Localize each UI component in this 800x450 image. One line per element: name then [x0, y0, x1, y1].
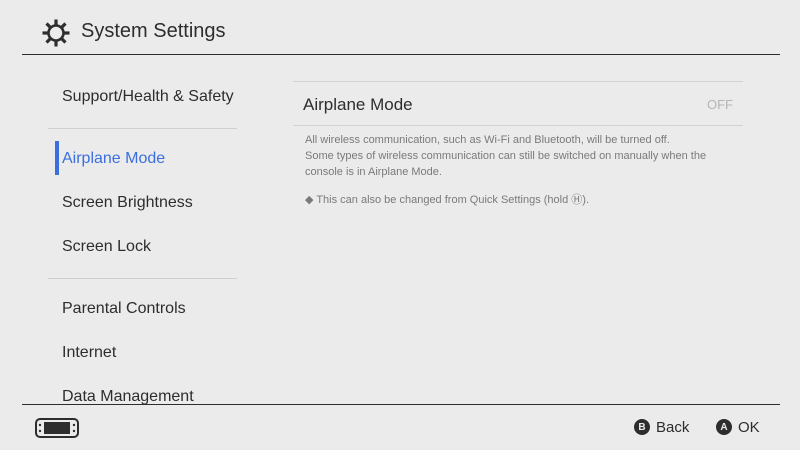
description-line: Some types of wireless communication can… — [305, 150, 707, 178]
sidebar-item-support-health-safety[interactable]: Support/Health & Safety — [62, 88, 234, 106]
b-button-icon: B — [634, 419, 650, 435]
sidebar: Support/Health & Safety Airplane Mode Sc… — [0, 55, 255, 405]
row-divider — [293, 125, 743, 126]
quick-settings-note: ◆ This can also be changed from Quick Se… — [305, 194, 590, 206]
sidebar-active-indicator — [55, 141, 59, 175]
description-line: All wireless communication, such as Wi-F… — [305, 134, 670, 146]
footer-bar: B Back A OK — [0, 405, 800, 450]
airplane-mode-toggle-row[interactable]: Airplane Mode OFF — [293, 82, 743, 126]
ok-label: OK — [738, 418, 760, 436]
sidebar-item-screen-brightness[interactable]: Screen Brightness — [62, 194, 193, 212]
setting-description: All wireless communication, such as Wi-F… — [305, 132, 745, 180]
main-panel: Airplane Mode OFF All wireless communica… — [255, 55, 800, 405]
sidebar-item-data-management[interactable]: Data Management — [62, 388, 194, 405]
header-bar: System Settings — [0, 0, 800, 54]
sidebar-item-parental-controls[interactable]: Parental Controls — [62, 300, 186, 318]
page-title: System Settings — [81, 20, 226, 42]
gear-icon — [42, 19, 70, 47]
setting-label: Airplane Mode — [303, 95, 413, 114]
switch-console-icon — [35, 418, 79, 438]
back-button[interactable]: B Back — [634, 416, 689, 438]
sidebar-item-airplane-mode[interactable]: Airplane Mode — [62, 150, 165, 168]
back-label: Back — [656, 418, 690, 436]
sidebar-divider — [48, 278, 237, 279]
setting-value: OFF — [707, 97, 733, 112]
a-button-icon: A — [716, 419, 732, 435]
ok-button[interactable]: A OK — [716, 416, 760, 438]
sidebar-divider — [48, 128, 237, 129]
sidebar-item-screen-lock[interactable]: Screen Lock — [62, 238, 151, 256]
sidebar-item-internet[interactable]: Internet — [62, 344, 116, 362]
